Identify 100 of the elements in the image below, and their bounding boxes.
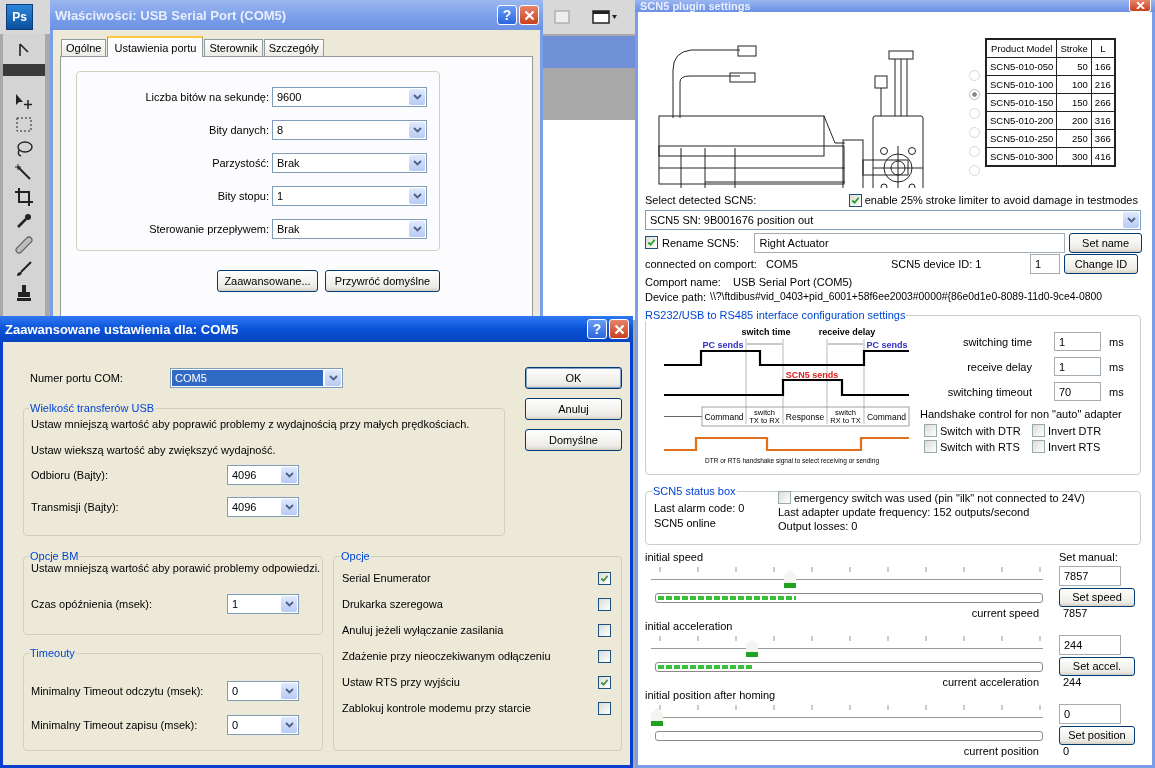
unit-label: ms <box>1109 360 1124 373</box>
field-label: Czas opóźnienia (msek): <box>31 598 154 610</box>
dropdown[interactable]: 8 <box>272 120 427 140</box>
slider-label: initial acceleration <box>645 620 734 633</box>
bandage-icon[interactable] <box>15 236 33 254</box>
number-field[interactable]: 7857 <box>1059 566 1121 586</box>
reading-value: 7857 <box>1062 607 1089 620</box>
tab[interactable]: Ustawienia portu <box>107 36 204 57</box>
dropdown[interactable]: 4096 <box>227 497 299 517</box>
table-cell: SCN5-010-200 <box>986 111 1057 130</box>
eyedropper-icon[interactable] <box>15 212 33 230</box>
group-title: SCN5 status box <box>652 485 737 497</box>
dropdown[interactable]: SCN5 SN: 9B001676 position out <box>645 210 1141 230</box>
checkbox[interactable] <box>924 440 937 453</box>
checkbox[interactable] <box>1032 440 1045 453</box>
section-label: Handshake control for non "auto" adapter <box>920 408 1123 420</box>
checkbox-label: Rename SCN5: <box>662 236 741 249</box>
dropdown[interactable]: 0 <box>227 715 299 735</box>
checkbox[interactable] <box>598 623 611 637</box>
dropdown[interactable]: 1 <box>227 594 299 614</box>
checkbox[interactable] <box>598 571 611 585</box>
close-button[interactable] <box>609 319 629 339</box>
checkbox[interactable] <box>645 236 658 249</box>
checkbox[interactable] <box>598 701 611 715</box>
number-field[interactable]: 1 <box>1054 332 1101 351</box>
checkbox[interactable] <box>1032 424 1045 437</box>
screen-mode-icon[interactable] <box>592 10 618 24</box>
dialog-button[interactable]: Domyślne <box>525 429 622 451</box>
radio-button[interactable] <box>969 165 980 176</box>
dropdown[interactable]: 9600 <box>272 87 427 107</box>
radio-button[interactable] <box>969 89 980 100</box>
dialog-button[interactable]: Przywróć domyślne <box>325 270 440 292</box>
set-value-button[interactable]: Set accel. <box>1059 657 1135 676</box>
checkbox[interactable] <box>598 675 611 689</box>
dropdown[interactable]: 4096 <box>227 465 299 485</box>
number-field[interactable]: 244 <box>1059 635 1121 655</box>
hint-text: Ustaw wiekszą wartość aby zwiększyć wydajność. <box>31 444 277 456</box>
diagram-label: PC sends <box>866 340 908 350</box>
dropdown[interactable]: 1 <box>272 186 427 206</box>
checkbox-label: enable 25% stroke limiter to avoid damage in testmodes <box>864 194 1138 206</box>
checkbox[interactable] <box>924 424 937 437</box>
dropdown[interactable]: 0 <box>227 681 299 701</box>
info-value: USB Serial Port (COM5) <box>733 275 853 288</box>
change-id-button[interactable]: Change ID <box>1064 253 1138 274</box>
radio-button[interactable] <box>969 108 980 119</box>
dialog-button[interactable]: OK <box>525 367 622 389</box>
field-label: Sterowanie przepływem: <box>148 223 269 235</box>
dropdown[interactable]: Brak <box>272 219 427 239</box>
chevron-down-icon <box>412 193 422 199</box>
set-value-button[interactable]: Set speed <box>1059 588 1135 607</box>
checkbox-label: Ustaw RTS przy wyjściu <box>342 676 460 688</box>
window-title: Właściwości: USB Serial Port (COM5) <box>55 7 288 23</box>
group-title: Wielkość transferów USB <box>29 402 156 414</box>
tab[interactable]: Szczegóły <box>263 39 324 56</box>
table-cell: SCN5-010-150 <box>986 93 1057 112</box>
name-field[interactable]: Right Actuator <box>754 232 1066 253</box>
set-value-button[interactable]: Set position <box>1059 726 1135 745</box>
crop-icon[interactable] <box>15 188 33 206</box>
magic-wand-icon[interactable] <box>15 164 33 182</box>
radio-button[interactable] <box>969 127 980 138</box>
tab[interactable]: Ogólne <box>61 39 107 56</box>
move-icon[interactable] <box>14 92 34 110</box>
number-field[interactable]: 0 <box>1059 704 1121 724</box>
reading-label: current speed <box>970 607 1040 620</box>
chevron-down-icon <box>412 160 422 166</box>
radio-button[interactable] <box>969 70 980 81</box>
checkbox[interactable] <box>598 649 611 663</box>
chevron-down-icon <box>412 127 422 133</box>
lasso-icon[interactable] <box>15 140 33 158</box>
stamp-icon[interactable] <box>15 284 33 302</box>
brush-icon[interactable] <box>15 260 33 278</box>
checkbox[interactable] <box>848 193 862 207</box>
set-name-button[interactable]: Set name <box>1069 232 1142 253</box>
checkbox[interactable] <box>598 597 611 611</box>
info-value: COM5 <box>766 257 799 270</box>
dropdown[interactable]: Brak <box>272 153 427 173</box>
radio-button[interactable] <box>969 146 980 157</box>
slider-thumb[interactable] <box>784 570 796 588</box>
dialog-button[interactable]: Zaawansowane... <box>217 270 318 292</box>
marquee-icon[interactable] <box>15 116 33 134</box>
field-label: Transmisji (Bajty): <box>31 501 120 513</box>
dropdown[interactable]: COM5 <box>170 368 343 388</box>
number-field[interactable]: 1 <box>1054 357 1101 376</box>
chevron-down-icon <box>1126 217 1136 223</box>
checkbox-label: Anuluj jeżeli wyłączanie zasilania <box>342 624 504 636</box>
checkbox-label: Switch with DTR <box>940 424 1021 437</box>
reading-label: current position <box>962 745 1040 758</box>
group-title: Opcje BM <box>29 550 80 562</box>
device-id-field[interactable]: 1 <box>1030 253 1060 274</box>
tab[interactable]: Sterownik <box>204 39 263 56</box>
info-label: SCN5 device ID: 1 <box>891 257 983 270</box>
slider-thumb[interactable] <box>651 708 663 726</box>
field-label: receive delay <box>966 360 1032 373</box>
dialog-button[interactable]: Anuluj <box>525 398 622 420</box>
pointer-icon[interactable] <box>17 42 31 58</box>
app-logo[interactable]: Ps <box>6 4 33 30</box>
number-field[interactable]: 70 <box>1054 382 1101 401</box>
slider-label: initial speed <box>645 551 705 564</box>
checkbox[interactable] <box>778 491 791 504</box>
slider-thumb[interactable] <box>746 639 758 657</box>
